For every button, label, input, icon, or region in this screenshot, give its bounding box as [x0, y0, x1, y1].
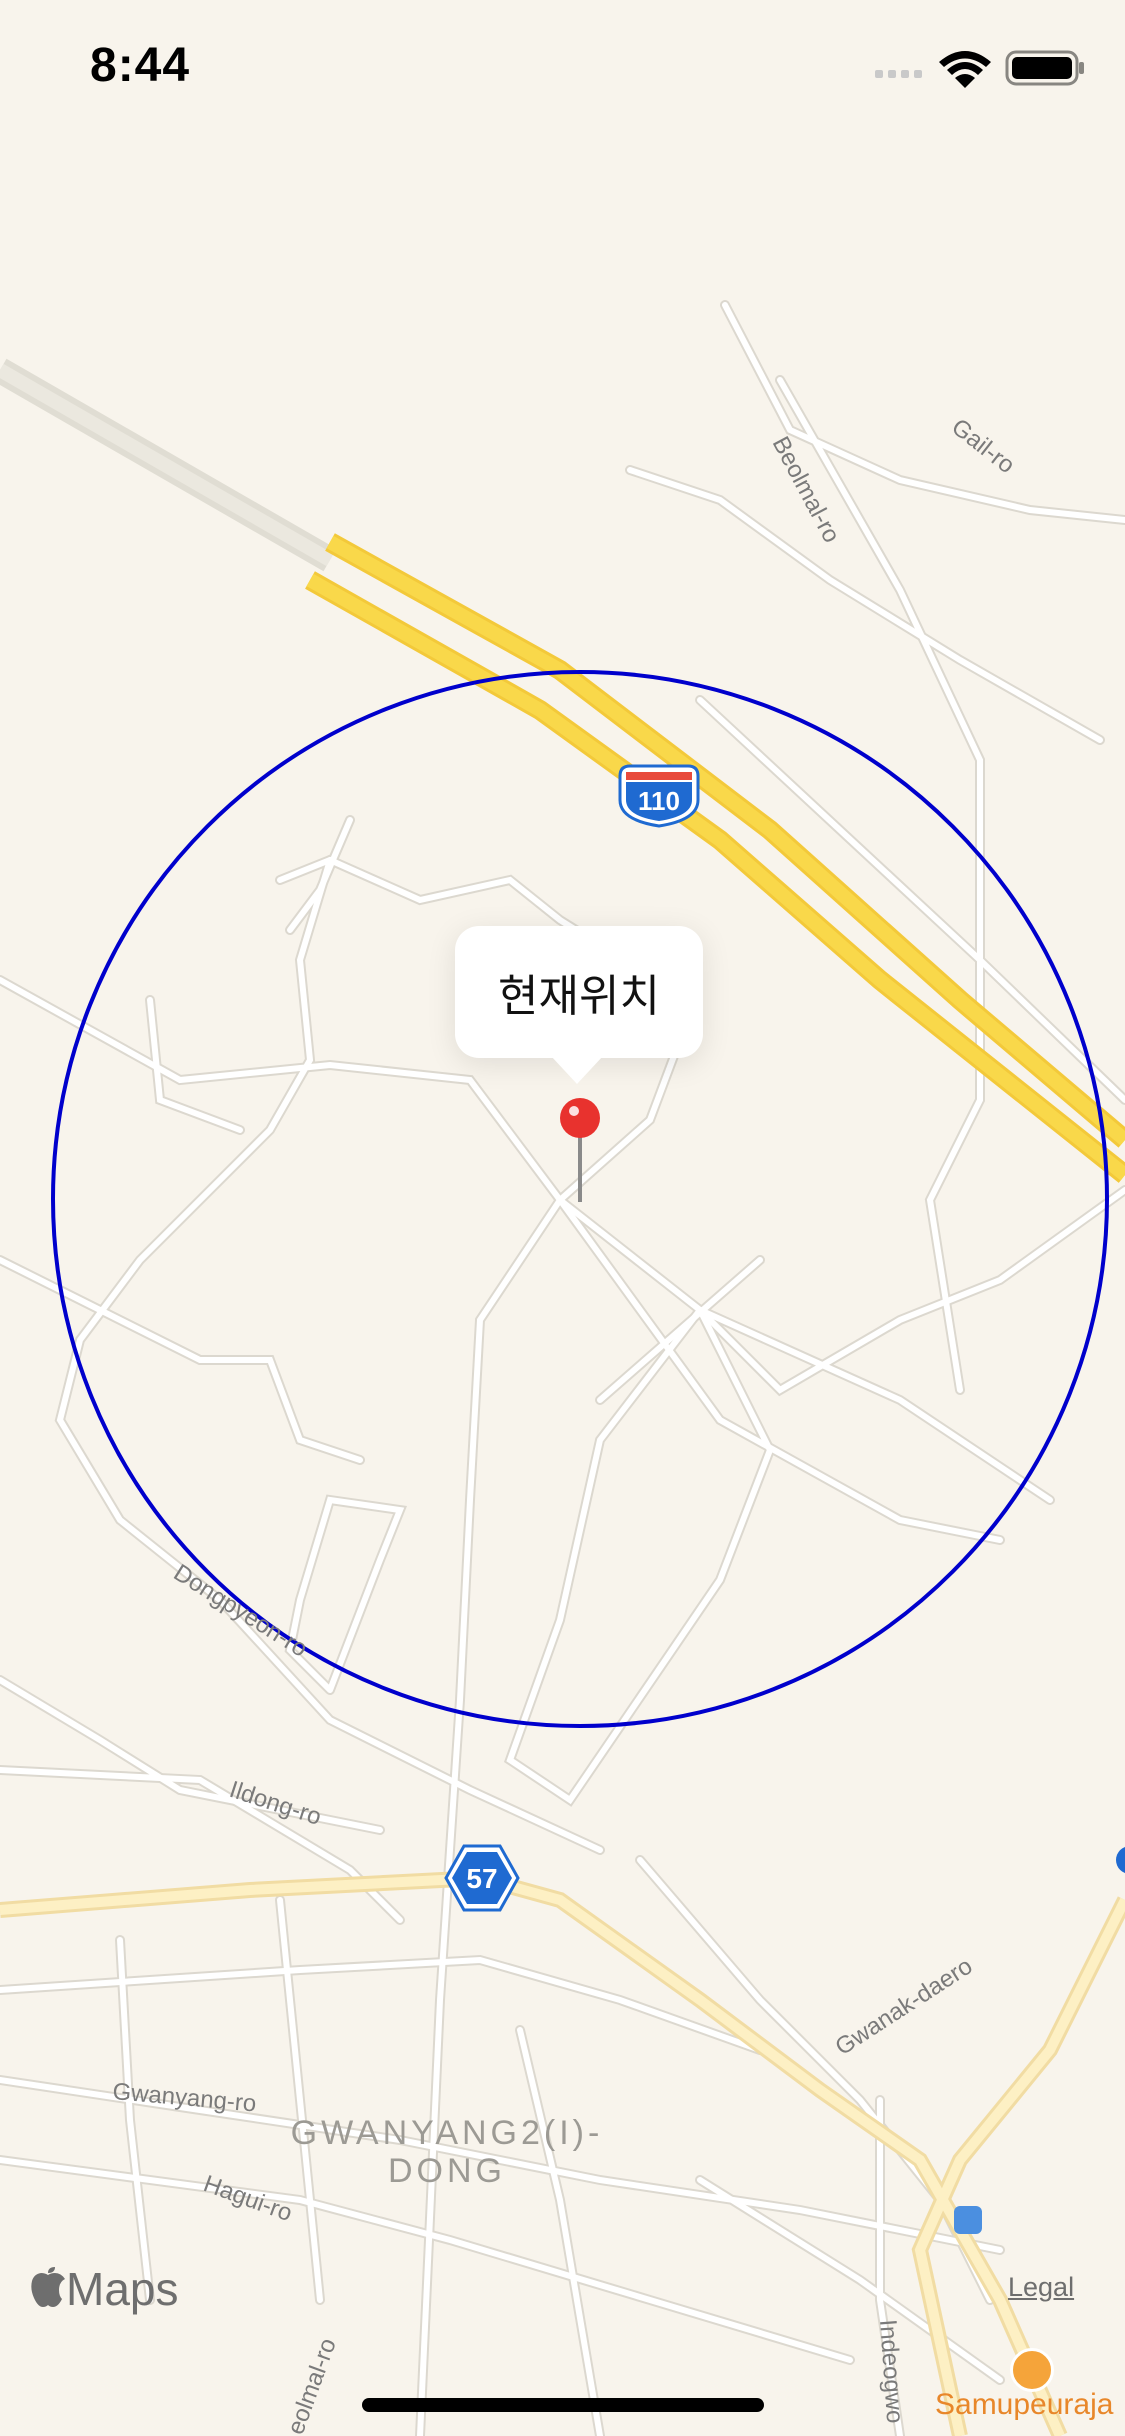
signal-icon: [875, 70, 922, 78]
district-label-line2: DONG: [388, 2152, 506, 2190]
location-pin-icon[interactable]: [560, 1096, 620, 1206]
maps-logo: Maps: [30, 2262, 178, 2316]
wifi-icon: [939, 51, 991, 88]
label-gail-ro: Gail-ro: [946, 413, 1019, 479]
apple-logo-icon: [31, 2267, 65, 2307]
map-canvas[interactable]: Beolmal-ro Gail-ro Dongpyeon-ro Ildong-r…: [0, 0, 1125, 2436]
label-hagui-ro: Hagui-ro: [200, 2170, 296, 2227]
home-indicator[interactable]: [362, 2398, 764, 2412]
label-gwanak-daero: Gwanak-daero: [831, 1953, 978, 2061]
svg-text:57: 57: [466, 1863, 497, 1894]
label-dongpyeon-ro: Dongpyeon-ro: [169, 1559, 312, 1663]
district-label-line1: GWANYANG2(I)-: [291, 2114, 604, 2152]
shop-icon[interactable]: [1010, 2348, 1054, 2392]
maps-brand-text: Maps: [66, 2263, 179, 2315]
bus-stop-icon[interactable]: [954, 2206, 982, 2234]
poi-samupeuraja[interactable]: Samupeuraja: [935, 2388, 1113, 2422]
status-time: 8:44: [90, 39, 191, 92]
status-bar: 8:44: [0, 0, 1125, 132]
label-beolmal-ro-south: eolmal-ro: [282, 2335, 342, 2436]
route-57-shield: 57: [444, 1844, 520, 1912]
pin-callout-label: 현재위치: [498, 972, 660, 1021]
edge-shield-icon: [1116, 1846, 1125, 1874]
map-screen: Beolmal-ro Gail-ro Dongpyeon-ro Ildong-r…: [0, 0, 1125, 2436]
label-indeogwon: Indeogwo: [874, 2319, 908, 2425]
svg-text:110: 110: [638, 786, 680, 816]
legal-link[interactable]: Legal: [1008, 2272, 1074, 2303]
status-icons: [875, 50, 1084, 88]
battery-icon: [1005, 50, 1084, 86]
pin-callout-tail: [551, 1056, 603, 1084]
pin-callout[interactable]: 현재위치: [455, 926, 703, 1058]
route-110-shield: 110: [618, 764, 700, 828]
